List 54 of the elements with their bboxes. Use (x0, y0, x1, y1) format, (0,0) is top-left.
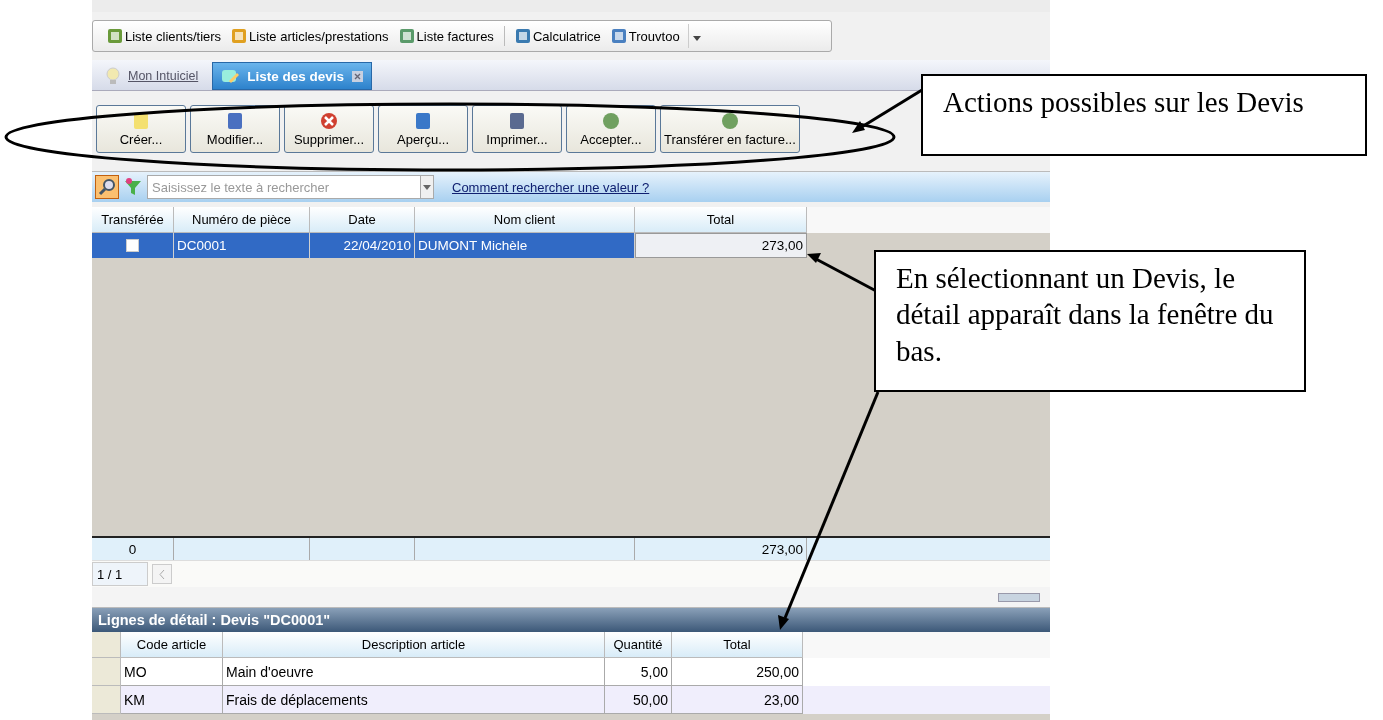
lightbulb-icon (106, 67, 120, 85)
checkbox[interactable] (126, 239, 139, 252)
dropdown-button[interactable] (420, 175, 434, 199)
caret-icon (692, 35, 701, 41)
toolbar-button[interactable]: Liste articles/prestations (227, 28, 393, 44)
column-header[interactable]: Quantité (605, 632, 672, 658)
action-button[interactable]: Supprimer... (284, 105, 374, 153)
panel-title: Lignes de détail : Devis "DC0001" (92, 608, 1050, 632)
pointer-arrow (852, 88, 923, 133)
splitter-handle[interactable] (998, 592, 1040, 602)
table-row[interactable]: DC0001 22/04/2010 DUMONT Michèle 273,00 (92, 233, 807, 258)
table-cell: DC0001 (174, 233, 310, 258)
table-cell: 22/04/2010 (310, 233, 415, 258)
row-header[interactable] (92, 686, 121, 714)
column-header[interactable]: Nom client (415, 207, 635, 233)
toolbar-button[interactable]: Liste factures (394, 28, 498, 44)
action-button[interactable]: Imprimer... (472, 105, 562, 153)
action-button[interactable]: Accepter... (566, 105, 656, 153)
previous-button[interactable] (152, 564, 172, 584)
search-button[interactable] (95, 175, 119, 199)
column-header[interactable]: Date (310, 207, 415, 233)
table-cell: Frais de déplacements (223, 686, 605, 714)
action-button[interactable]: Transférer en facture... (660, 105, 800, 153)
row-header[interactable] (92, 658, 121, 686)
tab[interactable]: Mon Intuiciel (98, 62, 207, 90)
page-indicator: 1 / 1 (92, 562, 148, 586)
action-button[interactable]: Créer... (96, 105, 186, 153)
toolbar-button[interactable]: Calculatrice (510, 28, 605, 44)
toolbar-button[interactable]: Trouvtoo (606, 28, 684, 44)
toolbar-button[interactable]: Liste clients/tiers (103, 28, 226, 44)
chevron-icon (159, 569, 165, 579)
table-cell: 23,00 (672, 686, 803, 714)
table-cell: 273,00 (635, 233, 807, 258)
column-header[interactable]: Numéro de pièce (174, 207, 310, 233)
action-button[interactable]: Modifier... (190, 105, 280, 153)
table-cell: 50,00 (605, 686, 672, 714)
caret-icon (423, 184, 431, 190)
notepad-icon (221, 68, 240, 84)
column-header[interactable]: Total (672, 632, 803, 658)
column-header[interactable]: Description article (223, 632, 605, 658)
close-icon[interactable] (352, 70, 363, 82)
action-button[interactable]: Aperçu... (378, 105, 468, 153)
row-header[interactable] (92, 632, 121, 658)
delete-icon (320, 111, 338, 130)
search-icon (98, 178, 116, 196)
table-cell: KM (121, 686, 223, 714)
column-header[interactable]: Code article (121, 632, 223, 658)
help-link[interactable]: Comment rechercher une valeur ? (452, 179, 650, 195)
callout-box: En sélectionnant un Devis, le détail apparaît dans la fenêtre du bas. (874, 250, 1306, 392)
column-header[interactable]: Total (635, 207, 807, 233)
column-header[interactable]: Transférée (92, 207, 174, 233)
callout-box: Actions possibles sur les Devis (921, 74, 1367, 156)
funnel-icon[interactable] (123, 177, 143, 197)
search-field[interactable]: Saisissez le texte à rechercher (147, 175, 420, 199)
